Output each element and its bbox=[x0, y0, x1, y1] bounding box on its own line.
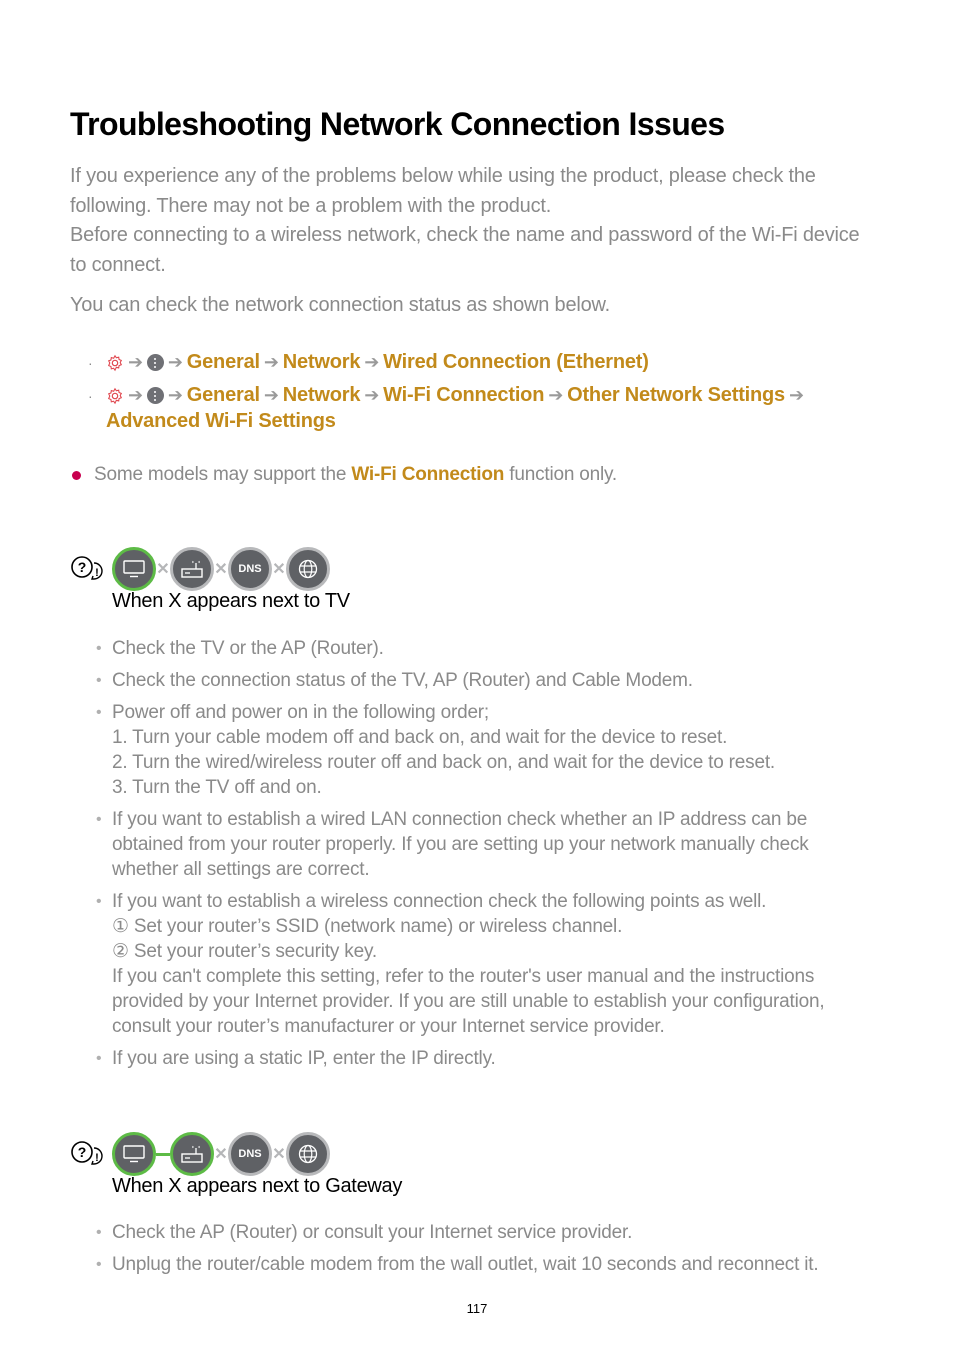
page-number: 117 bbox=[466, 1301, 488, 1316]
troubleshoot-question-icon: ?! bbox=[71, 556, 103, 580]
item-text: If you want to establish a wireless conn… bbox=[112, 891, 767, 912]
path-step: General bbox=[186, 351, 260, 373]
network-status-diagram-gateway: ?! ✕ DNS ✕ bbox=[70, 1132, 330, 1176]
item-text: Check the connection status of the TV, A… bbox=[112, 670, 693, 691]
item-text: Unplug the router/cable modem from the w… bbox=[112, 1254, 819, 1275]
path-step: General bbox=[186, 384, 260, 406]
tv-troubleshoot-list: Check the TV or the AP (Router). Check t… bbox=[96, 636, 876, 1078]
list-item: Check the connection status of the TV, A… bbox=[96, 668, 876, 693]
sub-step: If you can't complete this setting, refe… bbox=[112, 966, 825, 1037]
arrow: ➔ bbox=[263, 385, 279, 405]
svg-text:!: ! bbox=[95, 567, 99, 579]
path-step-continuation: Advanced Wi-Fi Settings bbox=[106, 410, 336, 432]
note-prefix: Some models may support the bbox=[94, 464, 352, 485]
dns-label: DNS bbox=[238, 563, 262, 575]
list-item: Unplug the router/cable modem from the w… bbox=[96, 1252, 876, 1277]
path-step: Network bbox=[282, 384, 361, 406]
dns-label: DNS bbox=[238, 1148, 262, 1160]
dns-node-icon: DNS bbox=[228, 547, 272, 591]
list-item: If you want to establish a wireless conn… bbox=[96, 889, 876, 1039]
arrow: ➔ bbox=[788, 385, 804, 405]
list-item: Check the TV or the AP (Router). bbox=[96, 636, 876, 661]
sub-step: 1. Turn your cable modem off and back on… bbox=[112, 727, 728, 748]
arrow: ➔ bbox=[548, 385, 564, 405]
sub-step: ② Set your router’s security key. bbox=[112, 941, 377, 962]
list-item: If you want to establish a wired LAN con… bbox=[96, 807, 876, 882]
router-node-icon bbox=[170, 547, 214, 591]
sub-step: 3. Turn the TV off and on. bbox=[112, 777, 322, 798]
status-note: You can check the network connection sta… bbox=[70, 294, 611, 316]
sub-step: ① Set your router’s SSID (network name) … bbox=[112, 916, 623, 937]
model-note: Some models may support the Wi-Fi Connec… bbox=[70, 464, 617, 486]
svg-text:?: ? bbox=[78, 1144, 87, 1160]
dns-node-icon: DNS bbox=[228, 1132, 272, 1176]
link-failed-icon: ✕ bbox=[214, 1146, 228, 1163]
list-item: If you are using a static IP, enter the … bbox=[96, 1046, 876, 1071]
more-options-icon bbox=[146, 387, 164, 404]
intro-line-2: Before connecting to a wireless network,… bbox=[70, 224, 860, 276]
internet-globe-icon bbox=[286, 1132, 330, 1176]
arrow: ➔ bbox=[364, 352, 380, 372]
link-ok-icon bbox=[156, 1152, 170, 1156]
intro-line-1: If you experience any of the problems be… bbox=[70, 165, 816, 217]
item-text: If you want to establish a wired LAN con… bbox=[112, 809, 809, 880]
arrow: ➔ bbox=[167, 385, 183, 405]
intro-paragraph: If you experience any of the problems be… bbox=[70, 162, 880, 280]
tv-node-icon bbox=[112, 1132, 156, 1176]
menu-path-wifi: · ➔ ➔ General ➔ Network ➔ Wi-Fi Connecti… bbox=[88, 384, 808, 407]
link-failed-icon: ✕ bbox=[272, 1146, 286, 1163]
arrow: ➔ bbox=[128, 385, 143, 405]
item-text: Power off and power on in the following … bbox=[112, 702, 490, 723]
svg-text:!: ! bbox=[95, 1152, 99, 1164]
note-bullet-icon bbox=[72, 470, 81, 480]
path-step: Network bbox=[282, 351, 361, 373]
list-item: Power off and power on in the following … bbox=[96, 700, 876, 800]
link-failed-icon: ✕ bbox=[272, 561, 286, 578]
note-suffix: function only. bbox=[504, 464, 618, 485]
settings-gear-icon bbox=[107, 354, 123, 371]
page-title: Troubleshooting Network Connection Issue… bbox=[70, 106, 725, 142]
arrow: ➔ bbox=[364, 385, 380, 405]
svg-text:?: ? bbox=[78, 559, 87, 575]
router-node-icon bbox=[170, 1132, 214, 1176]
link-failed-icon: ✕ bbox=[156, 561, 170, 578]
path-step: Other Network Settings bbox=[567, 384, 785, 406]
path-step: Wi-Fi Connection bbox=[383, 384, 545, 406]
more-options-icon bbox=[146, 354, 164, 371]
gateway-troubleshoot-list: Check the AP (Router) or consult your In… bbox=[96, 1220, 876, 1284]
note-highlight: Wi-Fi Connection bbox=[351, 464, 505, 485]
list-item: Check the AP (Router) or consult your In… bbox=[96, 1220, 876, 1245]
arrow: ➔ bbox=[263, 352, 279, 372]
arrow: ➔ bbox=[128, 352, 143, 372]
list-dot: · bbox=[88, 354, 93, 371]
menu-path-wired: · ➔ ➔ General ➔ Network ➔ Wired Connecti… bbox=[88, 351, 649, 374]
item-text: Check the AP (Router) or consult your In… bbox=[112, 1222, 633, 1243]
item-text: Check the TV or the AP (Router). bbox=[112, 638, 384, 659]
troubleshoot-question-icon: ?! bbox=[71, 1141, 103, 1165]
path-step: Wired Connection (Ethernet) bbox=[383, 351, 649, 373]
list-dot: · bbox=[88, 387, 93, 404]
settings-gear-icon bbox=[107, 387, 123, 404]
arrow: ➔ bbox=[167, 352, 183, 372]
link-failed-icon: ✕ bbox=[214, 561, 228, 578]
tv-node-icon bbox=[112, 547, 156, 591]
section-heading-tv: When X appears next to TV bbox=[112, 590, 350, 612]
sub-step: 2. Turn the wired/wireless router off an… bbox=[112, 752, 775, 773]
section-heading-gateway: When X appears next to Gateway bbox=[112, 1175, 403, 1197]
item-text: If you are using a static IP, enter the … bbox=[112, 1048, 496, 1069]
network-status-diagram-tv: ?! ✕ ✕ DNS ✕ bbox=[70, 547, 330, 591]
internet-globe-icon bbox=[286, 547, 330, 591]
